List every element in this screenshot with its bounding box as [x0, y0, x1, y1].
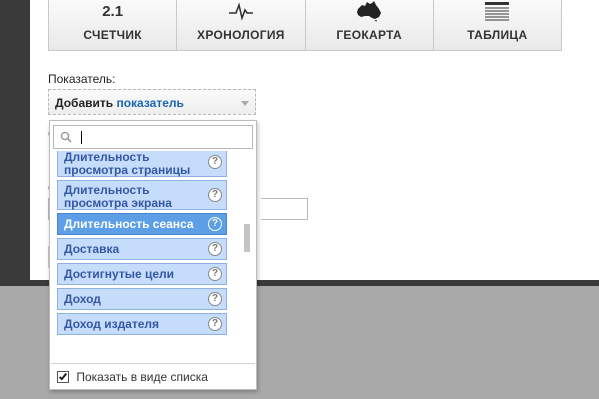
help-icon[interactable]: ?	[208, 267, 222, 281]
metric-list-item-label: Длительность просмотра экрана	[64, 183, 172, 210]
tab-table-label: ТАБЛИЦА	[467, 28, 528, 42]
list-view-checkbox[interactable]	[57, 371, 69, 383]
list-scrollbar[interactable]	[242, 151, 251, 354]
metric-list-item[interactable]: Доставка?	[57, 238, 227, 260]
tab-geomap-label: ГЕОКАРТА	[336, 28, 402, 42]
list-view-toggle[interactable]: Показать в виде списка	[51, 363, 255, 389]
tab-timeline[interactable]: ХРОНОЛОГИЯ	[177, 0, 306, 50]
help-icon[interactable]: ?	[208, 317, 222, 331]
help-icon[interactable]: ?	[208, 217, 222, 231]
metric-dropdown: Длительность просмотра страницы? Длительн…	[49, 120, 257, 390]
tab-counter-label: СЧЕТЧИК	[83, 28, 142, 42]
tab-table[interactable]: ТАБЛИЦА	[434, 0, 561, 50]
counter-icon: 2.1	[102, 0, 123, 22]
chevron-down-icon	[241, 101, 249, 106]
help-icon[interactable]: ?	[208, 155, 222, 169]
metric-list-item[interactable]: Достигнутые цели?	[57, 263, 227, 285]
metric-list-item[interactable]: Длительность просмотра страницы?	[57, 151, 227, 177]
counter-number: 2.1	[102, 2, 124, 20]
text-caret	[81, 131, 82, 144]
table-icon	[484, 0, 510, 22]
search-box[interactable]	[53, 125, 253, 149]
australia-map-icon	[355, 0, 383, 22]
help-icon[interactable]: ?	[208, 242, 222, 256]
metric-list-item-label: Доставка	[64, 242, 120, 256]
search-input[interactable]	[76, 128, 246, 146]
metric-list-item[interactable]: Длительность сеанса?	[57, 213, 227, 235]
metric-list-item-label: Длительность просмотра страницы	[64, 151, 191, 177]
metric-list-item-label: Длительность сеанса	[64, 217, 194, 231]
metric-list-item-label: Доход	[64, 292, 101, 306]
metric-list-item[interactable]: Доход издателя?	[57, 313, 227, 335]
metric-list[interactable]: Длительность просмотра страницы? Длительн…	[57, 151, 227, 354]
help-icon[interactable]: ?	[208, 292, 222, 306]
checkmark-icon	[58, 371, 68, 381]
tab-timeline-label: ХРОНОЛОГИЯ	[197, 28, 285, 42]
metric-label: Показатель:	[48, 72, 116, 86]
metric-select[interactable]: Добавить показатель	[48, 89, 256, 115]
scrollbar-thumb[interactable]	[244, 224, 250, 252]
metric-list-item-label: Доход издателя	[64, 317, 160, 331]
timeline-icon	[228, 0, 254, 22]
select-metric-link: показатель	[116, 96, 184, 110]
metric-list-item-label: Достигнутые цели	[64, 267, 175, 281]
tab-counter[interactable]: 2.1 СЧЕТЧИК	[49, 0, 178, 50]
tab-geomap[interactable]: ГЕОКАРТА	[306, 0, 434, 50]
backdrop-left	[0, 0, 25, 286]
visualization-tabs: 2.1 СЧЕТЧИК ХРОНОЛОГИЯ ГЕОКАРТА ТАБЛИЦА	[48, 0, 562, 51]
select-add-text: Добавить	[55, 96, 114, 110]
metric-list-item[interactable]: Длительность просмотра экрана?	[57, 180, 227, 210]
search-icon	[60, 131, 72, 143]
list-view-label: Показать в виде списка	[76, 370, 208, 384]
app-frame: 2.1 СЧЕТЧИК ХРОНОЛОГИЯ ГЕОКАРТА ТАБЛИЦА …	[0, 0, 599, 399]
help-icon[interactable]: ?	[208, 188, 222, 202]
metric-list-item[interactable]: Доход?	[57, 288, 227, 310]
obscured-input-right[interactable]	[261, 198, 308, 220]
